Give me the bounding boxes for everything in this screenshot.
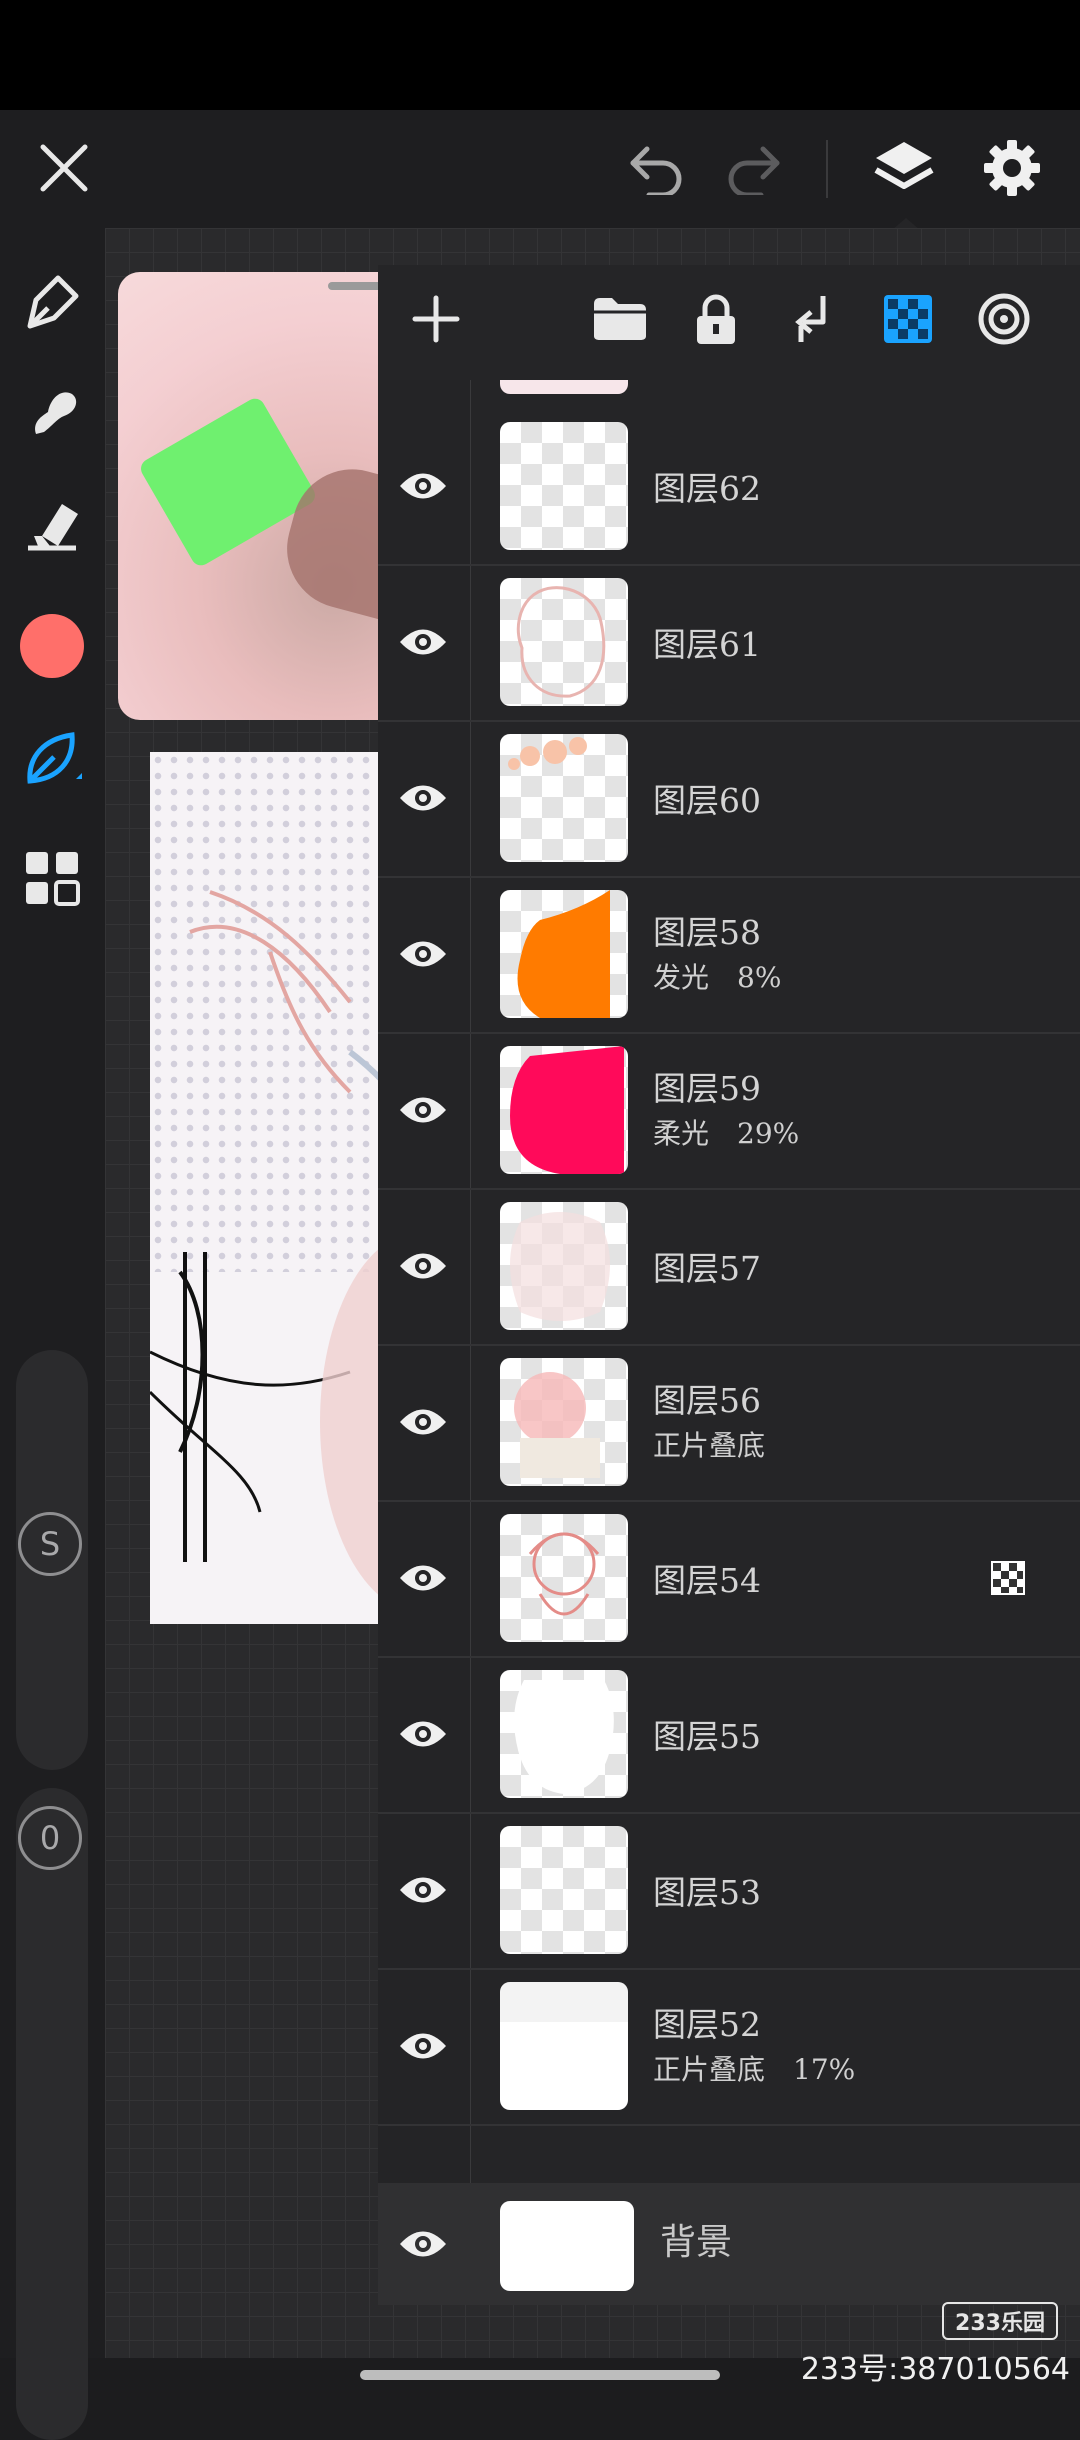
layer-row[interactable]: 图层57 — [378, 1188, 1080, 1346]
lock-icon[interactable] — [684, 287, 748, 351]
color-swatch[interactable] — [20, 614, 84, 678]
merge-down-icon[interactable] — [780, 287, 844, 351]
layer-thumb-partial — [500, 380, 628, 394]
background-layer-row[interactable]: 背景 — [378, 2183, 1080, 2305]
layer-blend-mode: 正片叠底 17% — [653, 2053, 856, 2086]
background-layer-name: 背景 — [660, 2222, 733, 2263]
eye-icon[interactable] — [398, 1085, 448, 1135]
eye-icon[interactable] — [398, 461, 448, 511]
folder-icon[interactable] — [588, 287, 652, 351]
layer-row[interactable]: 图层54 — [378, 1500, 1080, 1658]
layer-thumbnail — [500, 734, 628, 862]
opacity-label: 0 — [18, 1806, 82, 1870]
layer-row[interactable]: 图层53 — [378, 1812, 1080, 1970]
target-icon[interactable] — [972, 287, 1036, 351]
size-label: S — [18, 1512, 82, 1576]
layer-thumbnail — [500, 1826, 628, 1954]
smudge-icon[interactable] — [18, 378, 86, 446]
layer-thumbnail — [500, 1202, 628, 1330]
eye-icon[interactable] — [398, 617, 448, 667]
watermark-id: 233号:387010564 — [800, 2352, 1070, 2387]
pen-icon[interactable] — [18, 268, 86, 336]
status-bar — [0, 0, 1080, 110]
eye-icon[interactable] — [398, 1241, 448, 1291]
layer-row[interactable]: 图层59 柔光 29% — [378, 1032, 1080, 1190]
layer-thumbnail — [500, 1982, 628, 2110]
layer-name: 图层52 — [653, 2005, 761, 2044]
layer-thumbnail — [500, 422, 628, 550]
watermark-logo: 233乐园 — [942, 2302, 1058, 2340]
layer-thumbnail — [500, 1358, 628, 1486]
layer-thumbnail — [500, 1670, 628, 1798]
eye-icon[interactable] — [398, 2219, 448, 2269]
layer-name: 图层54 — [653, 1561, 761, 1600]
home-indicator[interactable] — [360, 2370, 720, 2380]
layers-icon[interactable] — [866, 130, 942, 206]
grid-menu-icon[interactable] — [18, 844, 86, 912]
layer-thumbnail — [500, 1514, 628, 1642]
eye-icon[interactable] — [398, 2021, 448, 2071]
layer-name: 图层61 — [653, 625, 761, 664]
layer-name: 图层58 — [653, 913, 761, 952]
opacity-slider[interactable] — [16, 1788, 88, 2440]
left-toolbar: S 0 — [0, 228, 105, 2440]
add-layer-icon[interactable] — [404, 287, 468, 351]
layer-row[interactable]: 图层61 — [378, 564, 1080, 722]
eraser-icon[interactable] — [18, 490, 86, 558]
layer-name: 图层60 — [653, 781, 761, 820]
layer-name: 图层53 — [653, 1873, 761, 1912]
divider — [826, 140, 828, 198]
layer-thumbnail — [500, 1046, 628, 1174]
layer-row[interactable]: 图层55 — [378, 1656, 1080, 1814]
layer-blend-mode: 发光 8% — [653, 961, 782, 994]
alpha-lock-icon[interactable] — [876, 287, 940, 351]
layer-name: 图层62 — [653, 469, 761, 508]
layer-row[interactable]: 图层58 发光 8% — [378, 876, 1080, 1034]
close-icon[interactable] — [28, 132, 100, 204]
brush-library-icon[interactable] — [16, 723, 88, 795]
layer-thumbnail — [500, 578, 628, 706]
layer-row[interactable]: 图层56 正片叠底 — [378, 1344, 1080, 1502]
layers-toolbar — [378, 265, 1080, 380]
layer-name: 图层59 — [653, 1069, 761, 1108]
eye-icon[interactable] — [398, 1709, 448, 1759]
layer-row[interactable]: 图层52 正片叠底 17% — [378, 1968, 1080, 2126]
eye-icon[interactable] — [398, 1553, 448, 1603]
layer-name: 图层57 — [653, 1249, 761, 1288]
alpha-lock-indicator-icon — [990, 1560, 1026, 1596]
layer-name: 图层55 — [653, 1717, 761, 1756]
layer-row[interactable]: 图层60 — [378, 720, 1080, 878]
eye-icon[interactable] — [398, 929, 448, 979]
layer-blend-mode: 正片叠底 — [653, 1429, 766, 1462]
undo-icon[interactable] — [620, 132, 692, 204]
gear-icon[interactable] — [974, 130, 1050, 206]
top-toolbar — [0, 110, 1080, 230]
background-thumbnail — [500, 2201, 634, 2291]
eye-icon[interactable] — [398, 1397, 448, 1447]
eye-icon[interactable] — [398, 1865, 448, 1915]
layer-row[interactable]: 图层62 — [378, 408, 1080, 566]
eye-icon[interactable] — [398, 773, 448, 823]
layer-blend-mode: 柔光 29% — [653, 1117, 800, 1150]
layer-name: 图层56 — [653, 1381, 761, 1420]
redo-icon[interactable] — [718, 132, 790, 204]
layer-thumbnail — [500, 890, 628, 1018]
